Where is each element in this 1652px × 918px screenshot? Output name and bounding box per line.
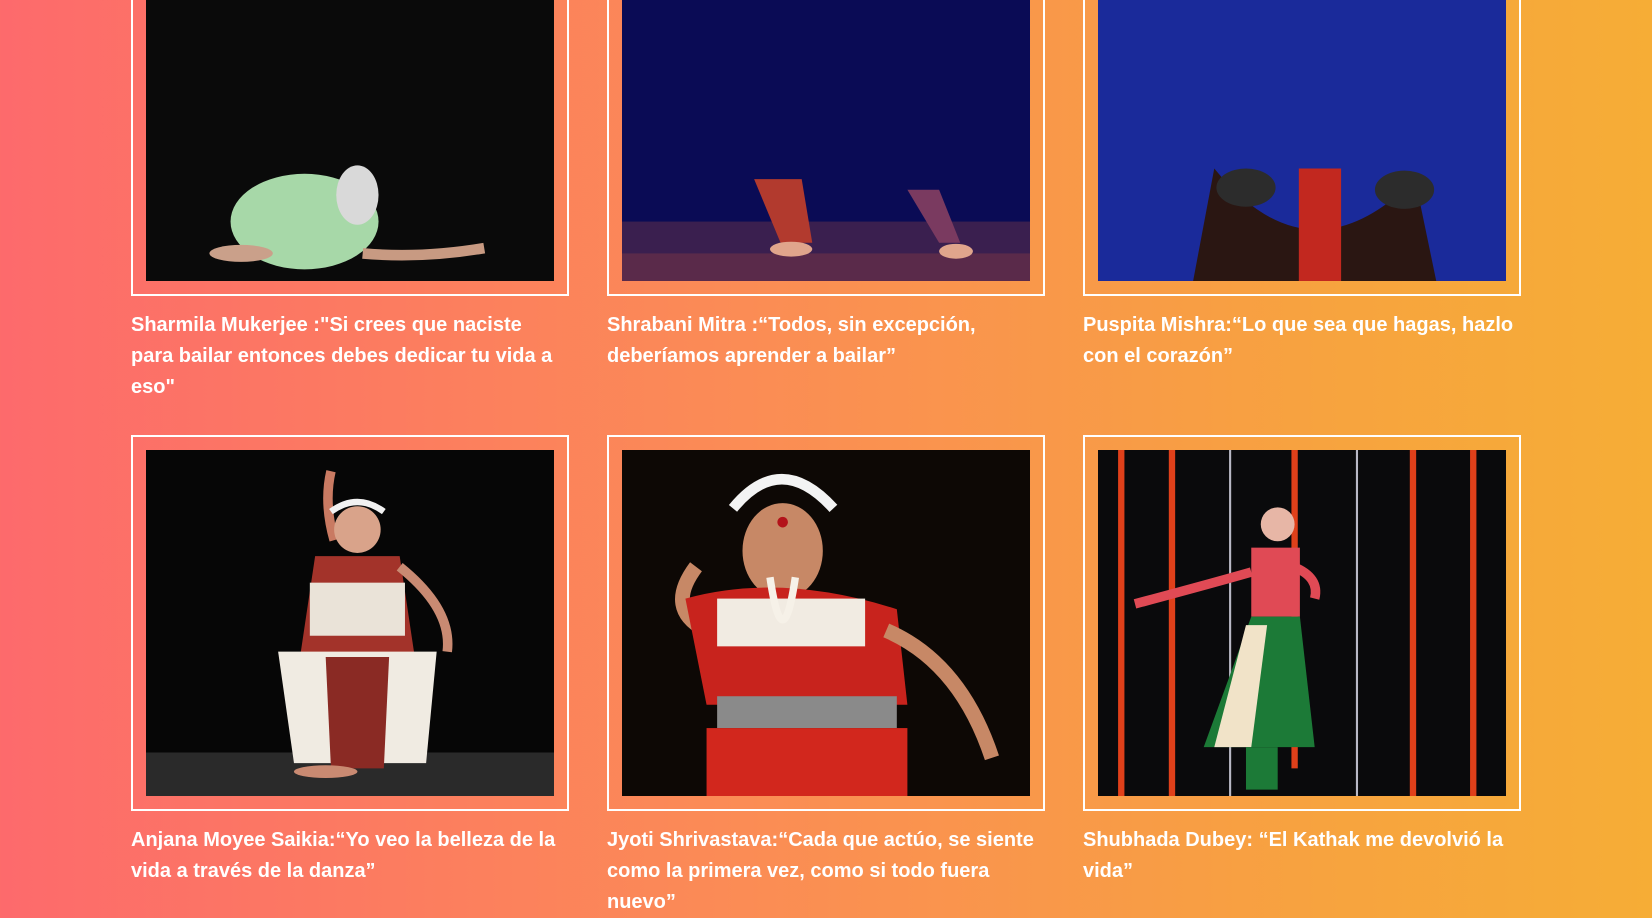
image-frame[interactable]	[1083, 0, 1521, 296]
card-caption[interactable]: Puspita Mishra:“Lo que sea que hagas, ha…	[1083, 310, 1521, 372]
card-caption[interactable]: Anjana Moyee Saikia:“Yo veo la belleza d…	[131, 825, 569, 887]
gallery-card: Shubhada Dubey: “El Kathak me devolvió l…	[1083, 435, 1521, 918]
odissi-dancer-photo[interactable]	[146, 450, 554, 796]
dancer-kneeling-photo[interactable]	[146, 0, 554, 281]
dancer-gallery: Sharmila Mukerjee :"Si crees que naciste…	[131, 0, 1521, 918]
gallery-card: Anjana Moyee Saikia:“Yo veo la belleza d…	[131, 435, 569, 918]
card-caption[interactable]: Shrabani Mitra :“Todos, sin excepción, d…	[607, 310, 1045, 372]
card-caption[interactable]: Shubhada Dubey: “El Kathak me devolvió l…	[1083, 825, 1521, 887]
gallery-card: Jyoti Shrivastava:“Cada que actúo, se si…	[607, 435, 1045, 918]
kathak-dancer-photo[interactable]	[1098, 450, 1506, 796]
dancer-stage-feet-photo[interactable]	[622, 0, 1030, 281]
image-frame[interactable]	[131, 0, 569, 296]
gallery-card: Puspita Mishra:“Lo que sea que hagas, ha…	[1083, 0, 1521, 403]
card-caption[interactable]: Sharmila Mukerjee :"Si crees que naciste…	[131, 310, 569, 403]
card-caption[interactable]: Jyoti Shrivastava:“Cada que actúo, se si…	[607, 825, 1045, 918]
gallery-row-2: Anjana Moyee Saikia:“Yo veo la belleza d…	[131, 435, 1521, 918]
gallery-card: Sharmila Mukerjee :"Si crees que naciste…	[131, 0, 569, 403]
gallery-row-1: Sharmila Mukerjee :"Si crees que naciste…	[131, 0, 1521, 403]
image-frame[interactable]	[131, 435, 569, 811]
gallery-card: Shrabani Mitra :“Todos, sin excepción, d…	[607, 0, 1045, 403]
dancer-blue-stage-photo[interactable]	[1098, 0, 1506, 281]
image-frame[interactable]	[1083, 435, 1521, 811]
image-frame[interactable]	[607, 0, 1045, 296]
image-frame[interactable]	[607, 435, 1045, 811]
odissi-dancer-portrait-photo[interactable]	[622, 450, 1030, 796]
